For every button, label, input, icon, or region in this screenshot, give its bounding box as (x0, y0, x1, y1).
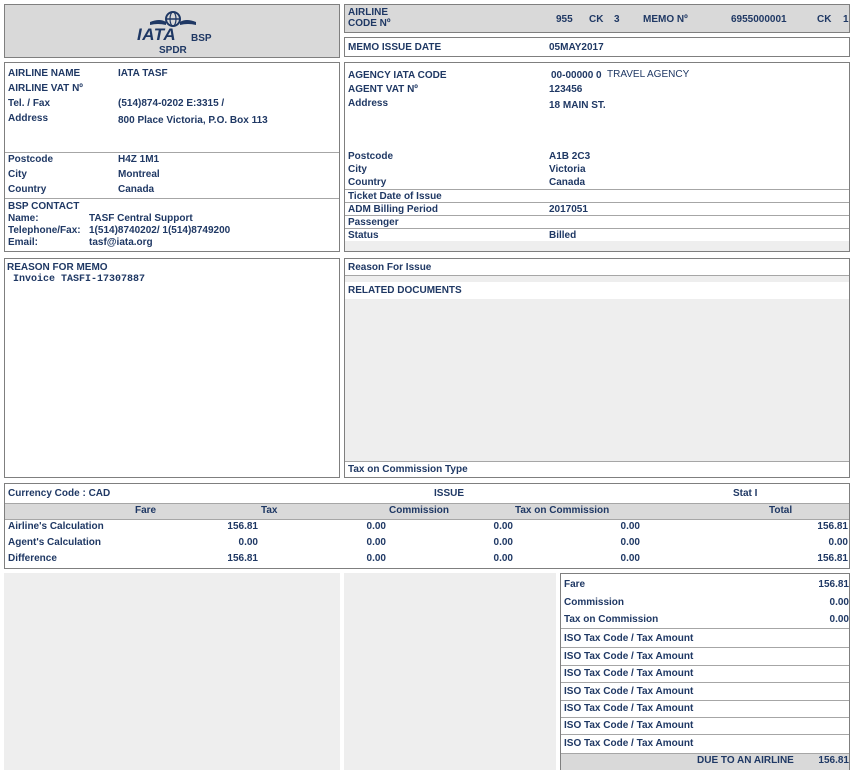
summary-commission-value: 0.00 (829, 597, 849, 608)
agency-code-label: AGENCY IATA CODE (348, 70, 447, 81)
airline-address-value: 800 Place Victoria, P.O. Box 113 (118, 115, 268, 126)
summary-tax-comm-label: Tax on Commission (564, 614, 659, 625)
memo-issue-label: MEMO ISSUE DATE (348, 42, 442, 53)
stat-label: Stat I (733, 488, 758, 499)
col-header-tax-on-commission: Tax on Commission (515, 505, 610, 516)
agency-city-value: Victoria (549, 164, 586, 175)
ck-label: CK (589, 14, 604, 25)
agency-address-label: Address (348, 98, 389, 109)
agent-vat-label: AGENT VAT Nº (348, 84, 418, 95)
tax-commission-type-label: Tax on Commission Type (348, 464, 468, 475)
agency-country-value: Canada (549, 177, 586, 188)
bsp-label: BSP (191, 33, 212, 44)
table-row-label: Agent's Calculation (8, 537, 101, 548)
table-cell: 156.81 (227, 521, 258, 532)
col-header-commission: Commission (389, 505, 450, 516)
col-header-tax: Tax (261, 505, 278, 516)
bsp-contact-email-value: tasf@iata.org (89, 237, 153, 248)
table-cell: 0.00 (493, 521, 513, 532)
iso-tax-row: ISO Tax Code / Tax Amount (564, 651, 694, 662)
spdr-label: SPDR (159, 45, 187, 56)
airline-tel-value: (514)874-0202 E:3315 / (118, 98, 225, 109)
airline-city-label: City (8, 169, 27, 180)
iso-tax-row: ISO Tax Code / Tax Amount (564, 703, 694, 714)
bottom-left-blank (4, 573, 340, 770)
iso-tax-row: ISO Tax Code / Tax Amount (564, 686, 694, 697)
agency-address-value: 18 MAIN ST. (549, 100, 606, 111)
table-cell: 0.00 (828, 537, 848, 548)
reason-for-issue-label: Reason For Issue (348, 262, 432, 273)
table-cell: 0.00 (620, 521, 640, 532)
agency-name-value: TRAVEL AGENCY (607, 69, 690, 80)
bsp-contact-email-label: Email: (8, 237, 39, 248)
airline-country-label: Country (8, 184, 47, 195)
ck-value: 3 (614, 14, 620, 25)
airline-postcode-value: H4Z 1M1 (118, 154, 160, 165)
airline-details-panel: AIRLINE NAME IATA TASF AIRLINE VAT Nº Te… (4, 62, 340, 252)
table-cell: 0.00 (493, 537, 513, 548)
table-cell: 0.00 (366, 521, 386, 532)
airline-address-label: Address (8, 113, 49, 124)
table-row-label: Airline's Calculation (8, 521, 104, 532)
table-cell: 156.81 (817, 521, 848, 532)
related-documents-label: RELATED DOCUMENTS (348, 285, 462, 296)
airline-postcode-label: Postcode (8, 154, 54, 165)
iso-tax-row: ISO Tax Code / Tax Amount (564, 633, 694, 644)
airline-tel-label: Tel. / Fax (8, 98, 51, 109)
airline-code-label-1: AIRLINE (348, 7, 388, 18)
iso-tax-row: ISO Tax Code / Tax Amount (564, 668, 694, 679)
summary-commission-label: Commission (564, 597, 625, 608)
table-cell: 0.00 (238, 537, 258, 548)
due-to-airline-label: DUE TO AN AIRLINE (697, 755, 794, 766)
memo-issue-value: 05MAY2017 (549, 42, 604, 53)
summary-panel: Fare 156.81 Commission 0.00 Tax on Commi… (560, 573, 850, 770)
memo-no-value: 6955000001 (731, 14, 787, 25)
airline-city-value: Montreal (118, 169, 160, 180)
airline-code-panel: AIRLINE CODE Nº 955 CK 3 MEMO Nº 6955000… (344, 4, 850, 33)
airline-name-label: AIRLINE NAME (8, 68, 81, 79)
due-to-airline-value: 156.81 (818, 755, 849, 766)
summary-fare-label: Fare (564, 579, 586, 590)
logo-panel: IATA BSP SPDR (4, 4, 340, 58)
reason-for-memo-panel: REASON FOR MEMO Invoice TASFI-17307887 (4, 258, 340, 478)
currency-code: Currency Code : CAD (8, 488, 111, 499)
airline-vat-label: AIRLINE VAT Nº (8, 83, 83, 94)
table-cell: 156.81 (817, 553, 848, 564)
ck2-value: 1 (843, 14, 849, 25)
col-header-total: Total (769, 505, 793, 516)
agency-code-value: 00-00000 0 (551, 70, 602, 81)
iso-tax-row: ISO Tax Code / Tax Amount (564, 738, 694, 749)
bottom-middle-blank (344, 573, 556, 770)
table-cell: 0.00 (366, 537, 386, 548)
airline-name-value: IATA TASF (118, 68, 168, 79)
airline-country-value: Canada (118, 184, 155, 195)
ck2-label: CK (817, 14, 832, 25)
iata-logo-text: IATA (137, 25, 177, 44)
agency-country-label: Country (348, 177, 387, 188)
summary-fare-value: 156.81 (818, 579, 849, 590)
agency-postcode-value: A1B 2C3 (549, 151, 591, 162)
summary-tax-comm-value: 0.00 (829, 614, 849, 625)
table-cell: 0.00 (493, 553, 513, 564)
memo-issue-panel: MEMO ISSUE DATE 05MAY2017 (344, 37, 850, 57)
reason-issue-panel: Reason For Issue RELATED DOCUMENTS Tax o… (344, 258, 850, 478)
agency-postcode-label: Postcode (348, 151, 394, 162)
reason-for-memo-text: Invoice TASFI-17307887 (13, 274, 146, 285)
issue-label: ISSUE (434, 488, 465, 499)
agency-city-label: City (348, 164, 367, 175)
table-cell: 0.00 (620, 553, 640, 564)
table-cell: 156.81 (227, 553, 258, 564)
table-cell: 0.00 (620, 537, 640, 548)
related-documents-area (345, 299, 849, 461)
table-cell: 0.00 (366, 553, 386, 564)
agent-vat-value: 123456 (549, 84, 583, 95)
airline-code-value: 955 (556, 14, 573, 25)
calculation-panel: Currency Code : CAD ISSUE Stat I Fare Ta… (4, 483, 850, 569)
table-row-label: Difference (8, 553, 57, 564)
iso-tax-row: ISO Tax Code / Tax Amount (564, 720, 694, 731)
memo-no-label: MEMO Nº (643, 14, 688, 25)
col-header-fare: Fare (135, 505, 157, 516)
airline-code-label-2: CODE Nº (348, 18, 391, 29)
agency-details-panel: AGENCY IATA CODE 00-00000 0 TRAVEL AGENC… (344, 62, 850, 252)
